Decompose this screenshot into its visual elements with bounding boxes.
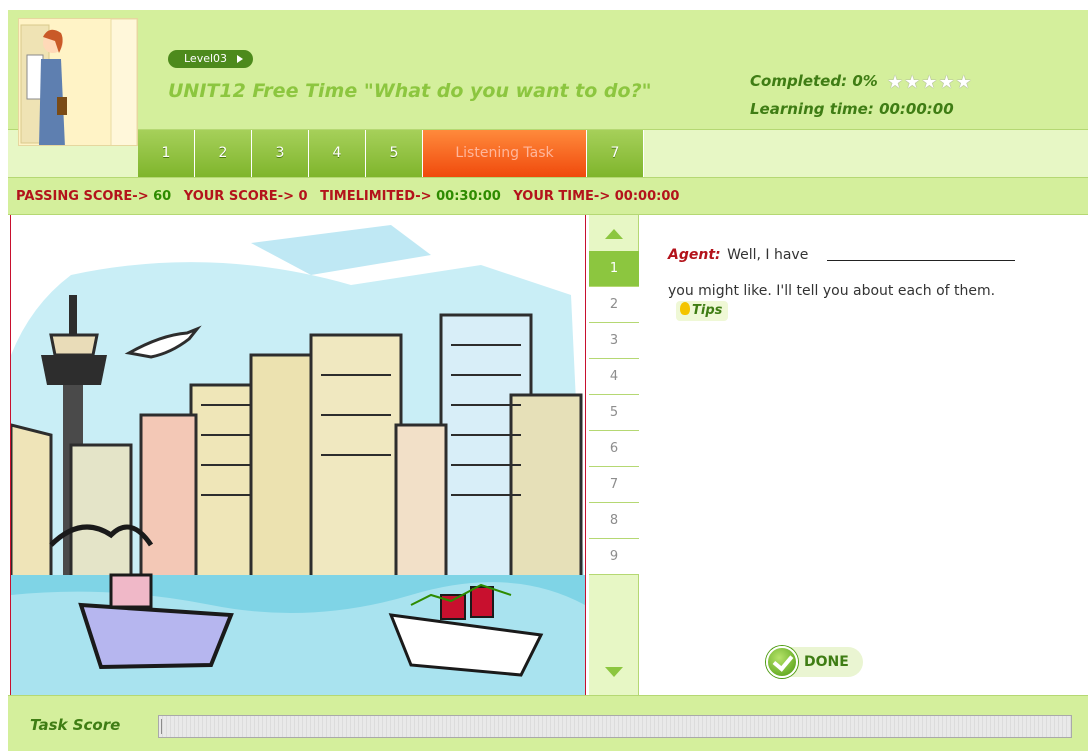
question-list: 1 2 3 4 5 6 7 8 9 xyxy=(589,251,639,575)
tab-2[interactable]: 2 xyxy=(195,130,252,177)
passing-score-value: 60 xyxy=(153,189,172,204)
question-item-2[interactable]: 2 xyxy=(589,287,639,323)
speaker-label: Agent: xyxy=(668,247,721,263)
tab-listening-task[interactable]: Listening Task xyxy=(423,130,587,177)
score-status-bar: PASSING SCORE-> 60 YOUR SCORE-> 0 TIMELI… xyxy=(8,178,1088,215)
your-score-label: YOUR SCORE-> xyxy=(183,189,294,204)
task-score-progress-bar xyxy=(158,715,1072,738)
sentence-text-after: you might like. I'll tell you about each… xyxy=(668,283,996,299)
tab-bar: 1 2 3 4 5 Listening Task 7 xyxy=(8,130,1088,178)
learning-time-row: Learning time: 00:00:00 xyxy=(750,96,973,122)
question-item-8[interactable]: 8 xyxy=(589,503,639,539)
your-score-value: 0 xyxy=(298,189,308,204)
question-panel: Agent: Well, I have you might like. I'll… xyxy=(640,215,1088,695)
character-avatar xyxy=(18,18,138,146)
question-item-5[interactable]: 5 xyxy=(589,395,639,431)
completed-value: 0% xyxy=(852,72,878,90)
level-label: Level03 xyxy=(184,52,228,65)
header: Level03 UNIT12 Free Time "What do you wa… xyxy=(8,10,1088,130)
lightbulb-icon xyxy=(680,302,690,315)
level-badge[interactable]: Level03 xyxy=(168,50,254,68)
question-item-7[interactable]: 7 xyxy=(589,467,639,503)
passing-score-label: PASSING SCORE-> xyxy=(16,189,149,204)
tab-5[interactable]: 5 xyxy=(366,130,423,177)
rating-stars: ★★★★★ xyxy=(887,70,973,96)
progress-panel: Completed: 0% ★★★★★ Learning time: 00:00… xyxy=(750,68,973,122)
timelimited-value: 00:30:00 xyxy=(436,189,501,204)
tips-label: Tips xyxy=(692,303,723,318)
tab-3[interactable]: 3 xyxy=(252,130,309,177)
task-score-label: Task Score xyxy=(30,716,121,734)
completed-label: Completed: xyxy=(750,72,848,90)
learning-time-label: Learning time: xyxy=(750,100,874,118)
sentence-text-before: Well, I have xyxy=(727,247,809,263)
timelimited-label: TIMELIMITED-> xyxy=(320,189,432,204)
city-harbor-illustration xyxy=(10,215,586,695)
checkmark-icon xyxy=(766,646,798,678)
unit-title: UNIT12 Free Time "What do you want to do… xyxy=(168,80,652,102)
answer-blank-input[interactable] xyxy=(826,245,1015,261)
app-window: Level03 UNIT12 Free Time "What do you wa… xyxy=(8,10,1088,751)
play-icon xyxy=(237,55,244,63)
your-time-label: YOUR TIME-> xyxy=(513,189,611,204)
star-icon: ★ xyxy=(921,72,938,93)
main-content: 1 2 3 4 5 6 7 8 9 Agent: Well, I have yo… xyxy=(8,215,1088,695)
question-item-1[interactable]: 1 xyxy=(589,251,639,287)
scroll-down-arrow-icon[interactable] xyxy=(605,667,623,677)
star-icon: ★ xyxy=(938,72,955,93)
tab-4[interactable]: 4 xyxy=(309,130,366,177)
tab-1[interactable]: 1 xyxy=(138,130,195,177)
question-item-3[interactable]: 3 xyxy=(589,323,639,359)
question-item-4[interactable]: 4 xyxy=(589,359,639,395)
completed-row: Completed: 0% ★★★★★ xyxy=(750,68,973,96)
question-navigator: 1 2 3 4 5 6 7 8 9 xyxy=(589,215,639,695)
your-time-value: 00:00:00 xyxy=(614,189,680,204)
tab-7[interactable]: 7 xyxy=(587,130,644,177)
dialogue-sentence: Agent: Well, I have you might like. I'll… xyxy=(668,237,1078,309)
footer: Task Score xyxy=(8,695,1088,751)
star-icon: ★ xyxy=(904,72,921,93)
done-button[interactable]: DONE xyxy=(766,646,863,678)
question-item-9[interactable]: 9 xyxy=(589,539,639,575)
star-icon: ★ xyxy=(955,72,972,93)
done-label: DONE xyxy=(804,654,849,670)
question-item-6[interactable]: 6 xyxy=(589,431,639,467)
star-icon: ★ xyxy=(887,72,904,93)
learning-time-value: 00:00:00 xyxy=(879,100,954,118)
progress-marker xyxy=(161,719,162,734)
scroll-up-arrow-icon[interactable] xyxy=(605,229,623,239)
tips-button[interactable]: Tips xyxy=(676,301,729,321)
